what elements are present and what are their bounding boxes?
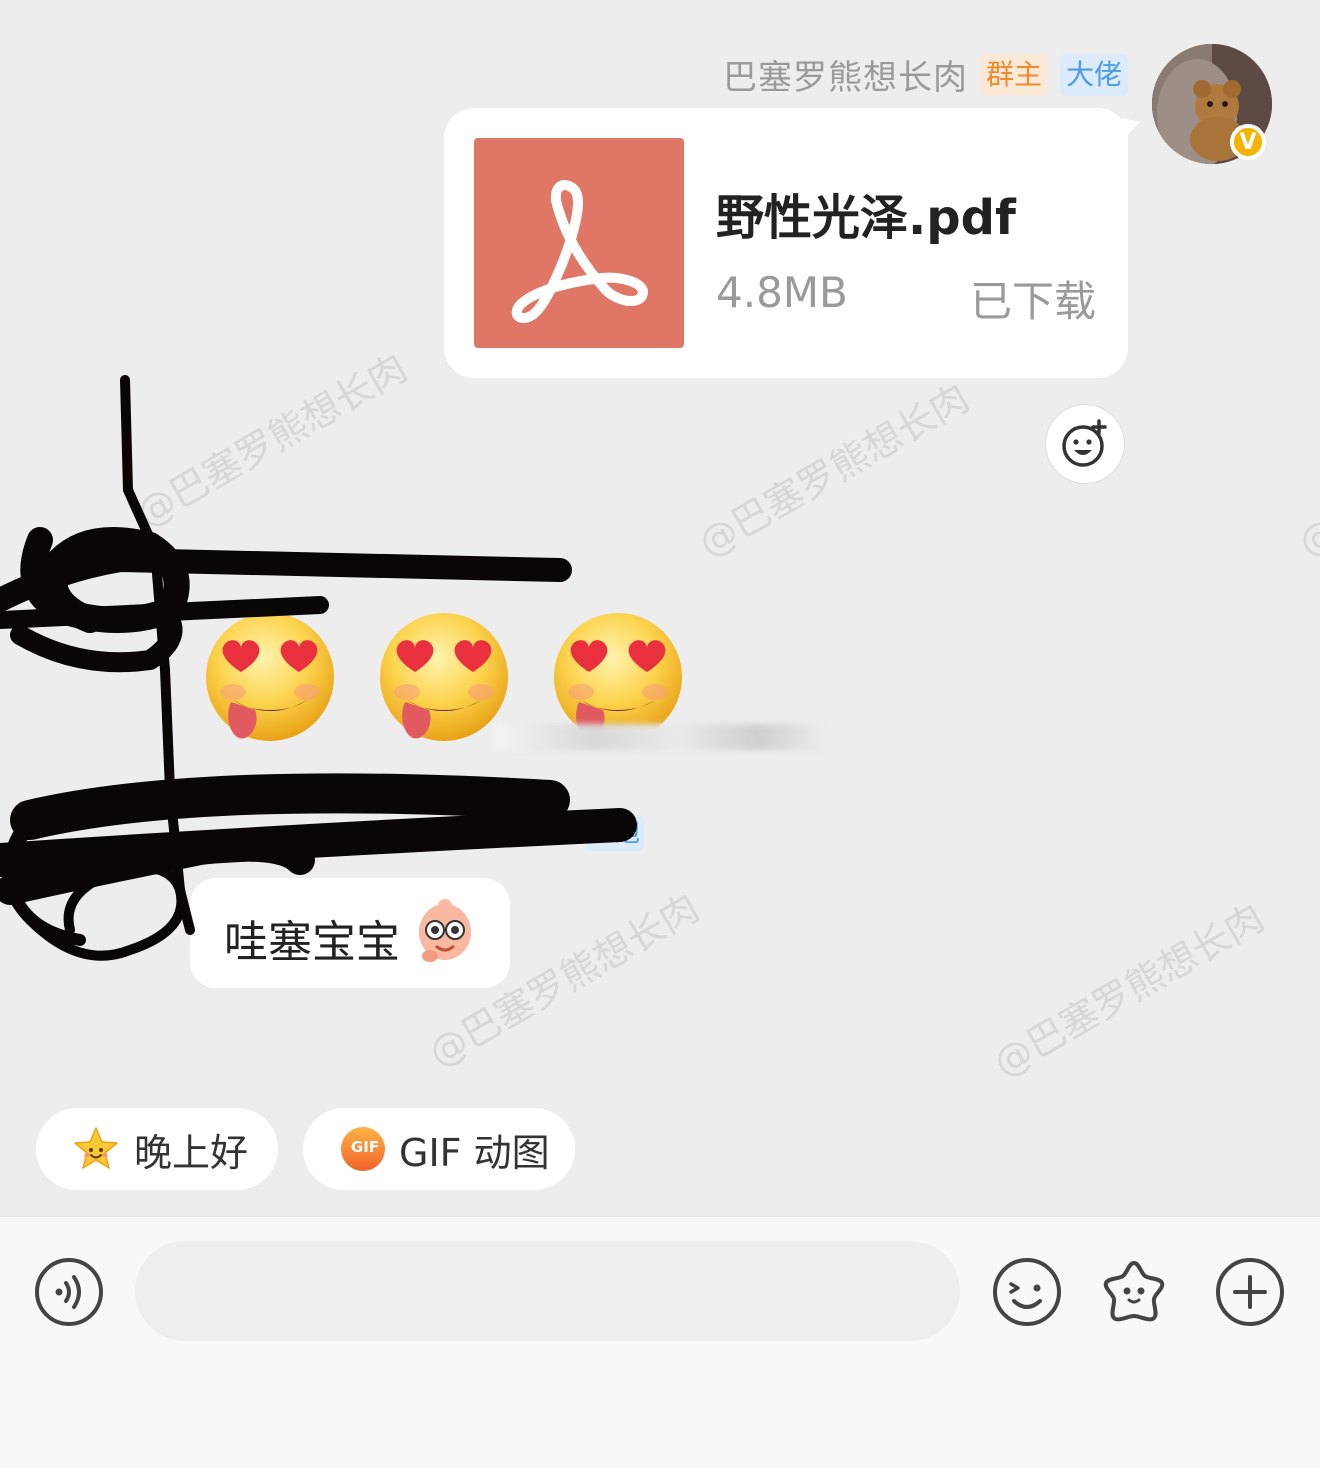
add-reaction-button[interactable] bbox=[1045, 404, 1125, 484]
sender-header: 巴塞罗熊想长肉 群主 大佬 bbox=[723, 50, 1128, 99]
message-input[interactable] bbox=[135, 1241, 960, 1341]
bubble-tail bbox=[1122, 118, 1140, 140]
more-options-button[interactable] bbox=[1215, 1257, 1285, 1327]
text-message-bubble[interactable]: 哇塞宝宝 bbox=[190, 878, 510, 988]
file-message-bubble[interactable]: 野性光泽.pdf 4.8MB 已下载 bbox=[444, 108, 1128, 378]
chat-area[interactable]: @巴塞罗熊想长肉 @巴塞罗熊想长肉 @巴塞罗熊想长肉 @巴塞罗熊想长肉 @巴塞罗… bbox=[0, 0, 1320, 1216]
verified-badge-icon: V bbox=[1230, 124, 1266, 160]
emoji-wink-icon bbox=[993, 1258, 1061, 1326]
quick-reply-good-evening[interactable]: 晚上好 bbox=[36, 1108, 278, 1190]
sticker-emoji-icon bbox=[419, 899, 471, 962]
watermark: @巴塞罗熊想长肉 bbox=[986, 895, 1272, 1086]
file-name: 野性光泽.pdf bbox=[716, 190, 1016, 246]
star-face-icon bbox=[74, 1127, 118, 1169]
group-owner-tag: 群主 bbox=[979, 53, 1048, 96]
heart-eyes-emoji-icon bbox=[206, 613, 334, 741]
chip-label: 晚上好 bbox=[134, 1130, 249, 1175]
sticker-button[interactable] bbox=[1099, 1257, 1169, 1327]
watermark: @巴塞罗熊想长肉 bbox=[1291, 375, 1320, 566]
watermark: @巴塞罗熊想长肉 bbox=[129, 345, 415, 536]
chip-label: GIF 动图 bbox=[399, 1130, 550, 1175]
input-bar bbox=[0, 1216, 1320, 1468]
sender-name[interactable]: 巴塞罗熊想长肉 bbox=[723, 50, 968, 99]
sender-avatar[interactable]: V bbox=[1152, 44, 1272, 164]
voice-icon bbox=[35, 1258, 103, 1326]
download-status: 已下载 bbox=[969, 277, 1096, 326]
voice-input-button[interactable] bbox=[34, 1257, 104, 1327]
quick-reply-gif[interactable]: GIF 动图 bbox=[303, 1108, 575, 1190]
star-sticker-icon bbox=[1103, 1261, 1165, 1322]
heart-eyes-emoji-icon bbox=[380, 613, 508, 741]
emoji-plus-icon bbox=[1062, 419, 1107, 467]
member-tag: 泡 bbox=[586, 815, 644, 851]
message-text: 哇塞宝宝 bbox=[224, 917, 400, 968]
plus-circle-icon bbox=[1216, 1258, 1284, 1326]
emoji-button[interactable] bbox=[992, 1257, 1062, 1327]
blurred-text bbox=[495, 724, 825, 750]
file-size: 4.8MB bbox=[716, 268, 848, 317]
watermark: @巴塞罗熊想长肉 bbox=[691, 375, 977, 566]
pdf-file-icon bbox=[474, 138, 684, 348]
boss-tag: 大佬 bbox=[1059, 53, 1128, 96]
gif-badge-text: GIF bbox=[350, 1138, 380, 1156]
